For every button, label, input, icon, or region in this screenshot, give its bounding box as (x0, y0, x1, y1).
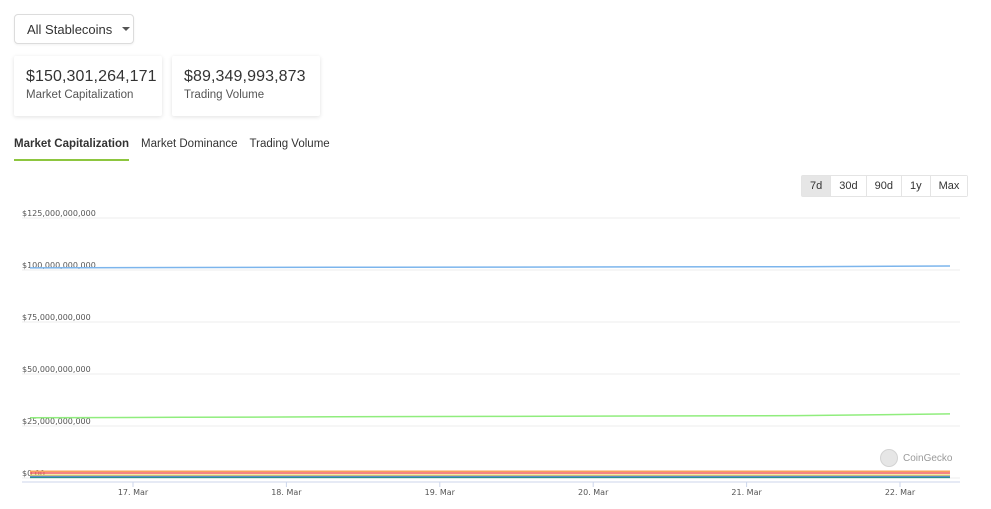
coingecko-watermark: CoinGecko (880, 449, 952, 467)
x-tick-label: 20. Mar (578, 488, 609, 497)
coingecko-logo-icon (880, 449, 898, 467)
range-1y-button[interactable]: 1y (901, 176, 931, 196)
series-line-2 (29, 413, 951, 419)
stablecoin-selector[interactable]: All Stablecoins (14, 14, 134, 44)
market-cap-chart: $0.00$25,000,000,000$50,000,000,000$75,0… (22, 209, 960, 497)
market-cap-label: Market Capitalization (26, 89, 134, 101)
range-7d-button[interactable]: 7d (802, 176, 832, 196)
tab-market-dominance[interactable]: Market Dominance (141, 138, 238, 161)
y-tick-label: $100,000,000,000 (22, 261, 96, 270)
x-tick-label: 18. Mar (271, 488, 302, 497)
chart-tabs: Market Capitalization Market Dominance T… (14, 138, 330, 161)
time-range-selector: 7d 30d 90d 1y Max (801, 175, 969, 197)
x-tick-label: 22. Mar (885, 488, 916, 497)
range-90d-button[interactable]: 90d (866, 176, 902, 196)
market-cap-value: $150,301,264,171 (26, 68, 157, 85)
x-tick-label: 19. Mar (425, 488, 456, 497)
trading-volume-value: $89,349,993,873 (184, 68, 306, 85)
trading-volume-label: Trading Volume (184, 89, 265, 101)
y-tick-label: $75,000,000,000 (22, 313, 91, 322)
caret-down-icon (122, 27, 131, 31)
watermark-label: CoinGecko (903, 452, 953, 464)
x-tick-label: 21. Mar (731, 488, 762, 497)
tab-market-capitalization[interactable]: Market Capitalization (14, 138, 130, 161)
range-30d-button[interactable]: 30d (831, 176, 867, 196)
market-cap-card: $150,301,264,171 Market Capitalization (14, 56, 162, 116)
series-line-1 (29, 265, 951, 269)
y-tick-label: $50,000,000,000 (22, 365, 91, 374)
trading-volume-card: $89,349,993,873 Trading Volume (172, 56, 320, 116)
x-tick-label: 17. Mar (118, 488, 149, 497)
range-max-button[interactable]: Max (930, 176, 968, 196)
y-tick-label: $125,000,000,000 (22, 209, 96, 218)
tab-trading-volume[interactable]: Trading Volume (250, 138, 330, 161)
selector-label: All Stablecoins (27, 21, 113, 37)
